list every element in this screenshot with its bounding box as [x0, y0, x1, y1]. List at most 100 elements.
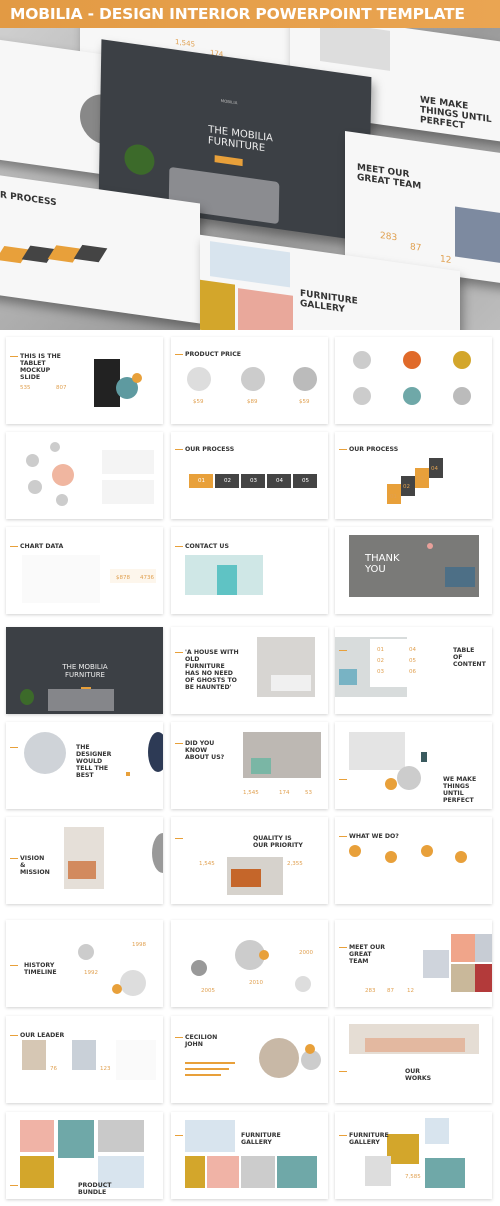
image-placeholder: [320, 28, 390, 71]
slide-thumbnail[interactable]: OUR PROCESS 01 02 03 04: [335, 432, 492, 519]
slide-thumbnail[interactable]: PRODUCT PRICE $59 $89 $59: [171, 337, 328, 424]
slide-image: [445, 567, 475, 587]
slide-image: [185, 1156, 205, 1188]
slide-title: WE MAKE THINGS UNTIL PERFECT: [420, 95, 492, 132]
accent-line: [339, 449, 347, 450]
accent-line: [175, 546, 183, 547]
slide-image: [72, 1040, 96, 1070]
slide-title: R PROCESS: [0, 190, 57, 209]
slide-image: [423, 950, 449, 978]
slide-title: FURNITURE GALLERY: [300, 288, 358, 316]
slide-thumbnail[interactable]: WE MAKE THINGS UNTIL PERFECT: [335, 722, 492, 809]
slide-image: [387, 1134, 419, 1164]
brand: MOBILIA: [220, 97, 238, 106]
slide-thumbnail[interactable]: 'A HOUSE WITH OLD FURNITURE HAS NO NEED …: [171, 627, 328, 714]
slide-stat: 1992: [84, 970, 98, 976]
slide-title: THIS IS THE TABLET MOCKUP SLIDE: [20, 353, 61, 381]
slide-image: [98, 1120, 144, 1152]
slide-stat: 02: [403, 484, 410, 490]
slide-stat: 03: [417, 476, 424, 482]
slide-title: QUALITY IS OUR PRIORITY: [253, 835, 303, 849]
slide-image: [187, 367, 211, 391]
slide-thumbnail[interactable]: DID YOU KNOW ABOUT US? 1,545 174 53: [171, 722, 328, 809]
slide-image: [20, 1156, 54, 1188]
slide-thumbnail[interactable]: CHART DATA $878 4736: [6, 527, 163, 614]
slide-thumbnail[interactable]: THIS IS THE TABLET MOCKUP SLIDE 535 807: [6, 337, 163, 424]
slide-image: [78, 944, 94, 960]
slide-image: [349, 732, 405, 770]
cover-title: THE MOBILIA FURNITURE: [207, 124, 274, 155]
slide-stat: 535: [20, 385, 31, 391]
slide-title: WE MAKE THINGS UNTIL PERFECT: [443, 776, 477, 804]
slide-thumbnail[interactable]: CONTACT US: [171, 527, 328, 614]
accent-line: [10, 747, 18, 748]
plant-image: [124, 142, 155, 177]
slide-image: [50, 442, 60, 452]
slide-image: [24, 732, 66, 774]
slide-thumbnail[interactable]: THANK YOU: [335, 527, 492, 614]
accent-line: [339, 947, 347, 948]
slide-thumbnail[interactable]: CECILION JOHN: [171, 1016, 328, 1103]
slide-stat: 53: [305, 790, 312, 796]
slide-thumbnail[interactable]: THE MOBILIA FURNITURE: [6, 627, 163, 714]
slide-thumbnail[interactable]: FURNITURE GALLERY 7,585: [335, 1112, 492, 1199]
slide-image: [20, 689, 34, 705]
slide-thumbnail[interactable]: WHAT WE DO?: [335, 817, 492, 904]
slide-image: [421, 752, 427, 762]
slide-thumbnail[interactable]: QUALITY IS OUR PRIORITY 1,545 2,355: [171, 817, 328, 904]
slide-thumbnail[interactable]: OUR LEADER 76 123: [6, 1016, 163, 1103]
slide-thumbnail[interactable]: MEET OUR GREAT TEAM 283 87 12: [335, 920, 492, 1007]
slide-thumbnail[interactable]: [335, 337, 492, 424]
image-placeholder: [238, 288, 293, 330]
slide-image: [28, 480, 42, 494]
slide-title: OUR LEADER: [20, 1032, 65, 1039]
slide-image: [385, 778, 397, 790]
slide-thumbnail[interactable]: TABLE OF CONTENT 01 02 03 04 05 06: [335, 627, 492, 714]
slide-title: OUR WORKS: [405, 1068, 432, 1082]
slide-stat: 05: [409, 658, 416, 664]
cta-button: [214, 155, 243, 167]
slide-stat: 174: [279, 790, 290, 796]
slide-image: [293, 367, 317, 391]
accent-line: [10, 858, 18, 859]
slide-thumbnail[interactable]: PRODUCT BUNDLE: [6, 1112, 163, 1199]
slide-stat: 12: [407, 988, 414, 994]
image-placeholder: [200, 279, 235, 330]
slide-image: [20, 1120, 54, 1152]
slide-stat: 04: [409, 647, 416, 653]
slide-image: [425, 1158, 465, 1188]
slide-thumbnail[interactable]: HISTORY TIMELINE 1998 1992: [6, 920, 163, 1007]
slide-image: [385, 851, 397, 863]
slide-image: [403, 387, 421, 405]
slide-stat: $59: [193, 399, 204, 405]
slide-thumbnail[interactable]: FURNITURE GALLERY: [171, 1112, 328, 1199]
slide-thumbnail[interactable]: OUR PROCESS 01 02 03 04 05: [171, 432, 328, 519]
slide-image: [425, 1118, 449, 1144]
slide-stat: 4736: [140, 575, 154, 581]
slide-image: [64, 827, 104, 889]
slide-stat: 2,355: [287, 861, 303, 867]
slide-image: [102, 450, 154, 474]
slide-image: [68, 861, 96, 879]
slide-image: [353, 387, 371, 405]
slide-title: DID YOU KNOW ABOUT US?: [185, 740, 225, 761]
slide-thumbnail[interactable]: OUR WORKS: [335, 1016, 492, 1103]
slide-stat: 76: [50, 1066, 57, 1072]
slide-image: [453, 351, 471, 369]
slide-image: [56, 494, 68, 506]
slide-thumbnail[interactable]: [6, 432, 163, 519]
slide-stat: 1,545: [243, 790, 259, 796]
slide-image: [451, 964, 477, 992]
slide-image: [26, 454, 39, 467]
slide-image: [259, 1038, 299, 1078]
slide-thumbnail[interactable]: 2005 2010 2000: [171, 920, 328, 1007]
slide-thumbnail[interactable]: THE DESIGNER WOULD TELL THE BEST: [6, 722, 163, 809]
banner-title: MOBILIA - DESIGN INTERIOR POWERPOINT TEM…: [0, 0, 500, 28]
slide-image: [271, 675, 311, 691]
slide-stat: $878: [116, 575, 130, 581]
accent-line: [10, 965, 18, 966]
slide-image: [453, 387, 471, 405]
slide-image: [451, 934, 477, 962]
slide-thumbnail[interactable]: VISION & MISSION: [6, 817, 163, 904]
slide-stat: 1,545: [199, 861, 215, 867]
